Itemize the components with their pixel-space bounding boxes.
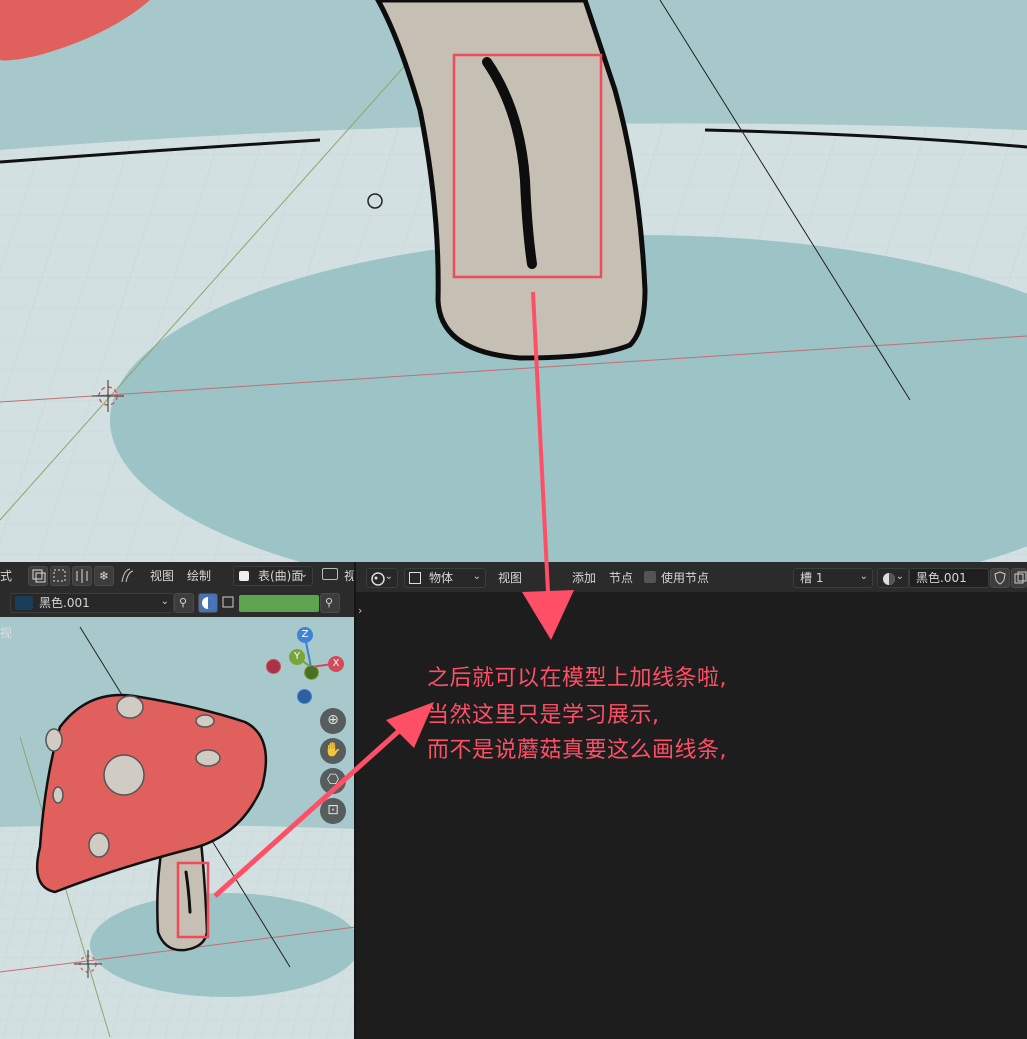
annotation-line-3: 而不是说蘑菇真要这么画线条, xyxy=(427,738,727,763)
material-name: 黑色.001 xyxy=(39,596,90,610)
chevron-down-icon: ⌄ xyxy=(895,571,904,582)
shield-icon[interactable] xyxy=(990,568,1010,588)
texture-icon[interactable] xyxy=(220,593,236,613)
object-dropdown-label: 物体 xyxy=(429,571,454,585)
chevron-down-icon: ⌄ xyxy=(384,571,393,582)
mode-label-cut[interactable]: 式 xyxy=(0,568,12,584)
gizmo-z-axis[interactable]: Z xyxy=(297,627,313,643)
gizmo-neg-z[interactable] xyxy=(297,689,312,704)
view-menu[interactable]: 视图 xyxy=(498,570,522,586)
material-preview-icon xyxy=(15,596,33,610)
gizmo-z-label: Z xyxy=(301,629,309,640)
material-name-field[interactable]: 黑色.001 xyxy=(909,568,989,588)
copy-icon[interactable] xyxy=(28,566,48,586)
mini-viewport-header: 式 ❄ 视图 绘制 表(曲)面 ⌄ 视 xyxy=(0,562,356,590)
slot-dropdown[interactable]: 槽 1 ⌄ xyxy=(793,568,873,588)
chevron-down-icon: ⌄ xyxy=(160,596,169,607)
chevron-down-icon: ⌄ xyxy=(859,571,868,582)
annotation-line-1: 之后就可以在模型上加线条啦, xyxy=(427,666,727,691)
mirror-icon[interactable] xyxy=(72,566,92,586)
monitor-icon[interactable] xyxy=(322,568,338,580)
view-corner-label: 视 xyxy=(0,626,13,640)
surface-swatch-icon xyxy=(239,571,249,581)
select-box-icon[interactable] xyxy=(50,566,70,586)
paint-menu[interactable]: 绘制 xyxy=(187,568,211,584)
pin-icon[interactable]: ⚲ xyxy=(174,593,194,613)
zoom-icon[interactable]: ⊕ xyxy=(320,708,346,734)
mini-viewport-scene xyxy=(0,617,356,1039)
duplicate-icon[interactable] xyxy=(1011,568,1027,588)
gizmo-y-axis[interactable]: Y xyxy=(289,649,305,665)
mini-3d-viewport[interactable]: 视 Z Y X ⊕ ✋ ⎔ ⊡ xyxy=(0,617,356,1039)
add-menu[interactable]: 添加 xyxy=(572,570,596,586)
chevron-down-icon: ⌄ xyxy=(299,569,308,580)
lock-icon[interactable]: ⊡ xyxy=(320,798,346,824)
gizmo-y-label: Y xyxy=(293,651,301,662)
material-name: 黑色.001 xyxy=(916,571,967,585)
use-nodes-label: 使用节点 xyxy=(661,571,710,585)
slot-dropdown-label: 槽 1 xyxy=(800,571,824,585)
curve-icon[interactable] xyxy=(118,566,138,586)
top-viewport-scene xyxy=(0,0,1027,562)
material-browse-button[interactable]: ⌄ xyxy=(877,568,909,588)
object-dropdown[interactable]: 物体 ⌄ xyxy=(404,568,486,588)
editor-type-dropdown[interactable]: ⌄ xyxy=(366,568,398,588)
camera-icon[interactable]: ⎔ xyxy=(320,768,346,794)
shader-editor-icon xyxy=(371,572,385,586)
material-mode-icon[interactable] xyxy=(198,593,218,613)
gizmo-x-label: X xyxy=(332,658,340,669)
pin-icon[interactable]: ⚲ xyxy=(320,593,340,613)
use-nodes-checkbox[interactable] xyxy=(644,571,656,583)
surface-dropdown-label: 表(曲)面 xyxy=(258,569,304,583)
chevron-down-icon: ⌄ xyxy=(472,571,481,582)
surface-dropdown[interactable]: 表(曲)面 ⌄ xyxy=(233,566,313,586)
view-menu[interactable]: 视图 xyxy=(150,568,174,584)
node-menu[interactable]: 节点 xyxy=(609,570,633,586)
gizmo-neg-x[interactable] xyxy=(266,659,281,674)
snowflake-icon[interactable]: ❄ xyxy=(94,566,114,586)
gizmo-neg-y[interactable] xyxy=(304,665,319,680)
material-sphere-icon xyxy=(883,573,895,585)
object-icon xyxy=(409,572,421,584)
top-3d-viewport[interactable] xyxy=(0,0,1027,562)
color-bar[interactable] xyxy=(239,595,319,612)
annotation-line-2: 当然这里只是学习展示, xyxy=(427,703,660,728)
material-dropdown[interactable]: 黑色.001 ⌄ xyxy=(10,593,174,613)
material-row: 黑色.001 ⌄ ⚲ ⚲ xyxy=(0,590,356,617)
gizmo-x-axis[interactable]: X xyxy=(328,656,344,672)
hand-pan-icon[interactable]: ✋ xyxy=(320,738,346,764)
sidebar-toggle-icon[interactable]: › xyxy=(358,604,362,617)
shader-editor-header: ⌄ 物体 ⌄ 视图 添加 节点 使用节点 槽 1 ⌄ ⌄ 黑色.001 xyxy=(356,562,1027,592)
